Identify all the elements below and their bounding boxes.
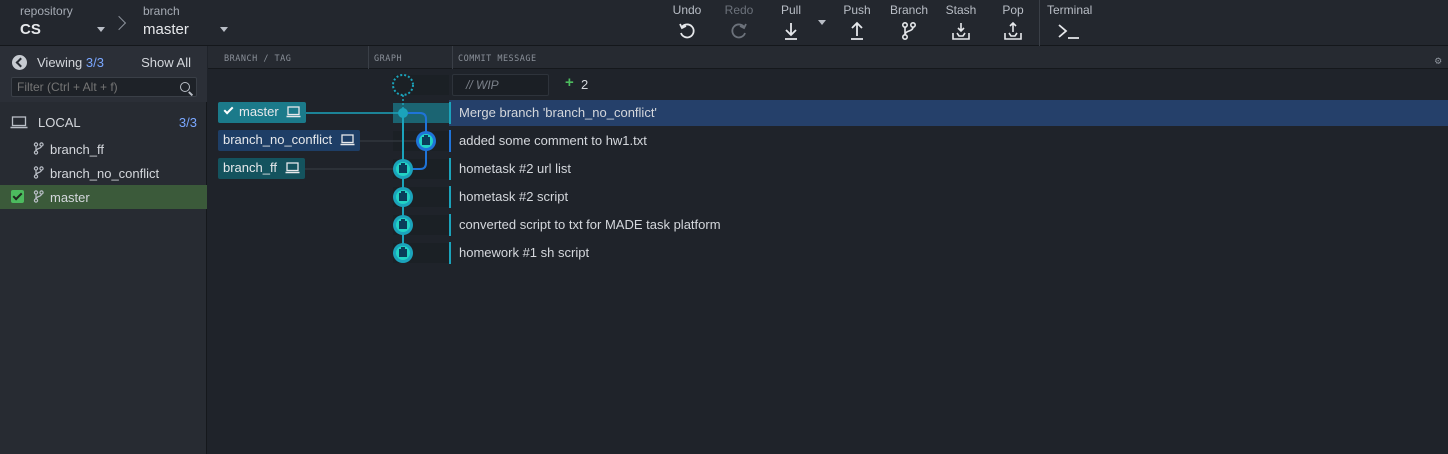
checked-icon (11, 190, 24, 203)
branch-selector[interactable]: branch master (143, 2, 189, 38)
sidebar-branch-label: master (50, 190, 90, 205)
wip-file-count: 2 (581, 77, 589, 92)
repository-dropdown-icon[interactable] (97, 27, 105, 32)
commit-message: Merge branch 'branch_no_conflict' (459, 105, 657, 120)
ref-tag-label: branch_ff (223, 160, 277, 175)
commit-message: hometask #2 script (459, 189, 569, 204)
local-label: LOCAL (38, 115, 81, 130)
branch-icon (901, 21, 917, 41)
ref-tag-branch-no-conflict[interactable]: branch_no_conflict (218, 130, 360, 151)
local-count: 3/3 (178, 115, 197, 130)
branch-icon (33, 142, 44, 155)
commit-message: converted script to txt for MADE task pl… (459, 217, 721, 232)
repository-selector[interactable]: repository CS (20, 2, 73, 38)
laptop-icon (285, 162, 300, 174)
branch-name[interactable]: master (143, 21, 189, 38)
pull-icon (785, 23, 797, 40)
laptop-icon (340, 134, 355, 146)
ref-tag-master[interactable]: master (218, 102, 307, 123)
stash-icon (952, 23, 970, 40)
commit-message: hometask #2 url list (459, 161, 571, 176)
sidebar-branch-branch-no-conflict[interactable]: branch_no_conflict (0, 161, 207, 185)
wip-node-icon (392, 74, 414, 96)
branch-button[interactable]: Branch (887, 3, 931, 41)
ref-tag-label: master (239, 104, 279, 119)
pop-icon (1004, 21, 1022, 40)
pop-button[interactable]: Pop (991, 3, 1035, 41)
redo-button[interactable]: Redo (717, 3, 761, 41)
local-section-header[interactable]: LOCAL 3/3 (0, 108, 207, 136)
push-icon (851, 21, 863, 40)
undo-label: Undo (672, 3, 702, 17)
sidebar-branch-master[interactable]: master (0, 185, 207, 209)
redo-icon (731, 23, 747, 39)
terminal-icon (1058, 24, 1079, 39)
breadcrumb-chevron-icon (111, 15, 127, 31)
commit-node-avatar[interactable] (393, 243, 413, 263)
stash-label: Stash (945, 3, 977, 17)
laptop-icon (10, 116, 28, 129)
branch-icon (33, 166, 44, 179)
ref-tag-label: branch_no_conflict (223, 132, 333, 147)
stash-button[interactable]: Stash (939, 3, 983, 41)
toolbar-divider (1039, 0, 1040, 46)
branch-icon (33, 190, 44, 203)
plus-icon: + (565, 74, 574, 91)
show-all-button[interactable]: Show All (141, 55, 191, 70)
repository-label: repository (20, 4, 73, 18)
toolbar: repository CS branch master Undo Redo Pu… (0, 0, 1448, 46)
repository-name[interactable]: CS (20, 21, 41, 38)
commit-message: homework #1 sh script (459, 245, 590, 260)
column-commit-message[interactable]: COMMIT MESSAGE (458, 54, 537, 64)
pull-button[interactable]: Pull (769, 3, 813, 41)
ref-tag-branch-ff[interactable]: branch_ff (218, 158, 305, 179)
branch-button-label: Branch (889, 3, 929, 17)
viewing-status: Viewing 3/3 (37, 55, 104, 70)
commit-node-avatar[interactable] (416, 131, 436, 151)
viewing-count: 3/3 (85, 55, 104, 70)
undo-icon (679, 23, 695, 39)
commit-node-avatar[interactable] (393, 187, 413, 207)
push-button[interactable]: Push (835, 3, 879, 41)
redo-label: Redo (724, 3, 754, 17)
back-arrow-icon[interactable] (12, 55, 27, 70)
filter-input[interactable] (11, 77, 197, 97)
terminal-label: Terminal (1047, 3, 1093, 17)
laptop-icon (286, 106, 301, 118)
pop-label: Pop (1002, 3, 1024, 17)
gear-icon[interactable]: ⚙ (1435, 54, 1442, 67)
terminal-button[interactable]: Terminal (1047, 3, 1097, 41)
pull-label: Pull (780, 3, 801, 17)
search-icon (180, 82, 190, 92)
viewing-label: Viewing (37, 55, 83, 70)
commit-node-avatar[interactable] (393, 159, 413, 179)
commit-graph-panel: BRANCH / TAG GRAPH COMMIT MESSAGE ⚙ // W… (208, 46, 1448, 454)
sidebar-branch-branch-ff[interactable]: branch_ff (0, 137, 207, 161)
pull-options-icon[interactable] (818, 20, 826, 25)
sidebar-branch-label: branch_no_conflict (50, 166, 160, 181)
commit-node-avatar[interactable] (393, 215, 413, 235)
checkmark-icon (223, 104, 234, 115)
merge-node[interactable] (398, 108, 408, 118)
branch-label: branch (143, 4, 180, 18)
commit-message: added some comment to hw1.txt (459, 133, 647, 148)
sidebar-branch-label: branch_ff (50, 142, 104, 157)
wip-placeholder: // WIP (466, 78, 499, 92)
left-panel: Viewing 3/3 Show All LOCAL 3/3 branch_ff (0, 46, 207, 454)
viewing-header: Viewing 3/3 Show All (0, 46, 207, 102)
branch-dropdown-icon[interactable] (220, 27, 228, 32)
push-label: Push (843, 3, 871, 17)
undo-button[interactable]: Undo (665, 3, 709, 41)
